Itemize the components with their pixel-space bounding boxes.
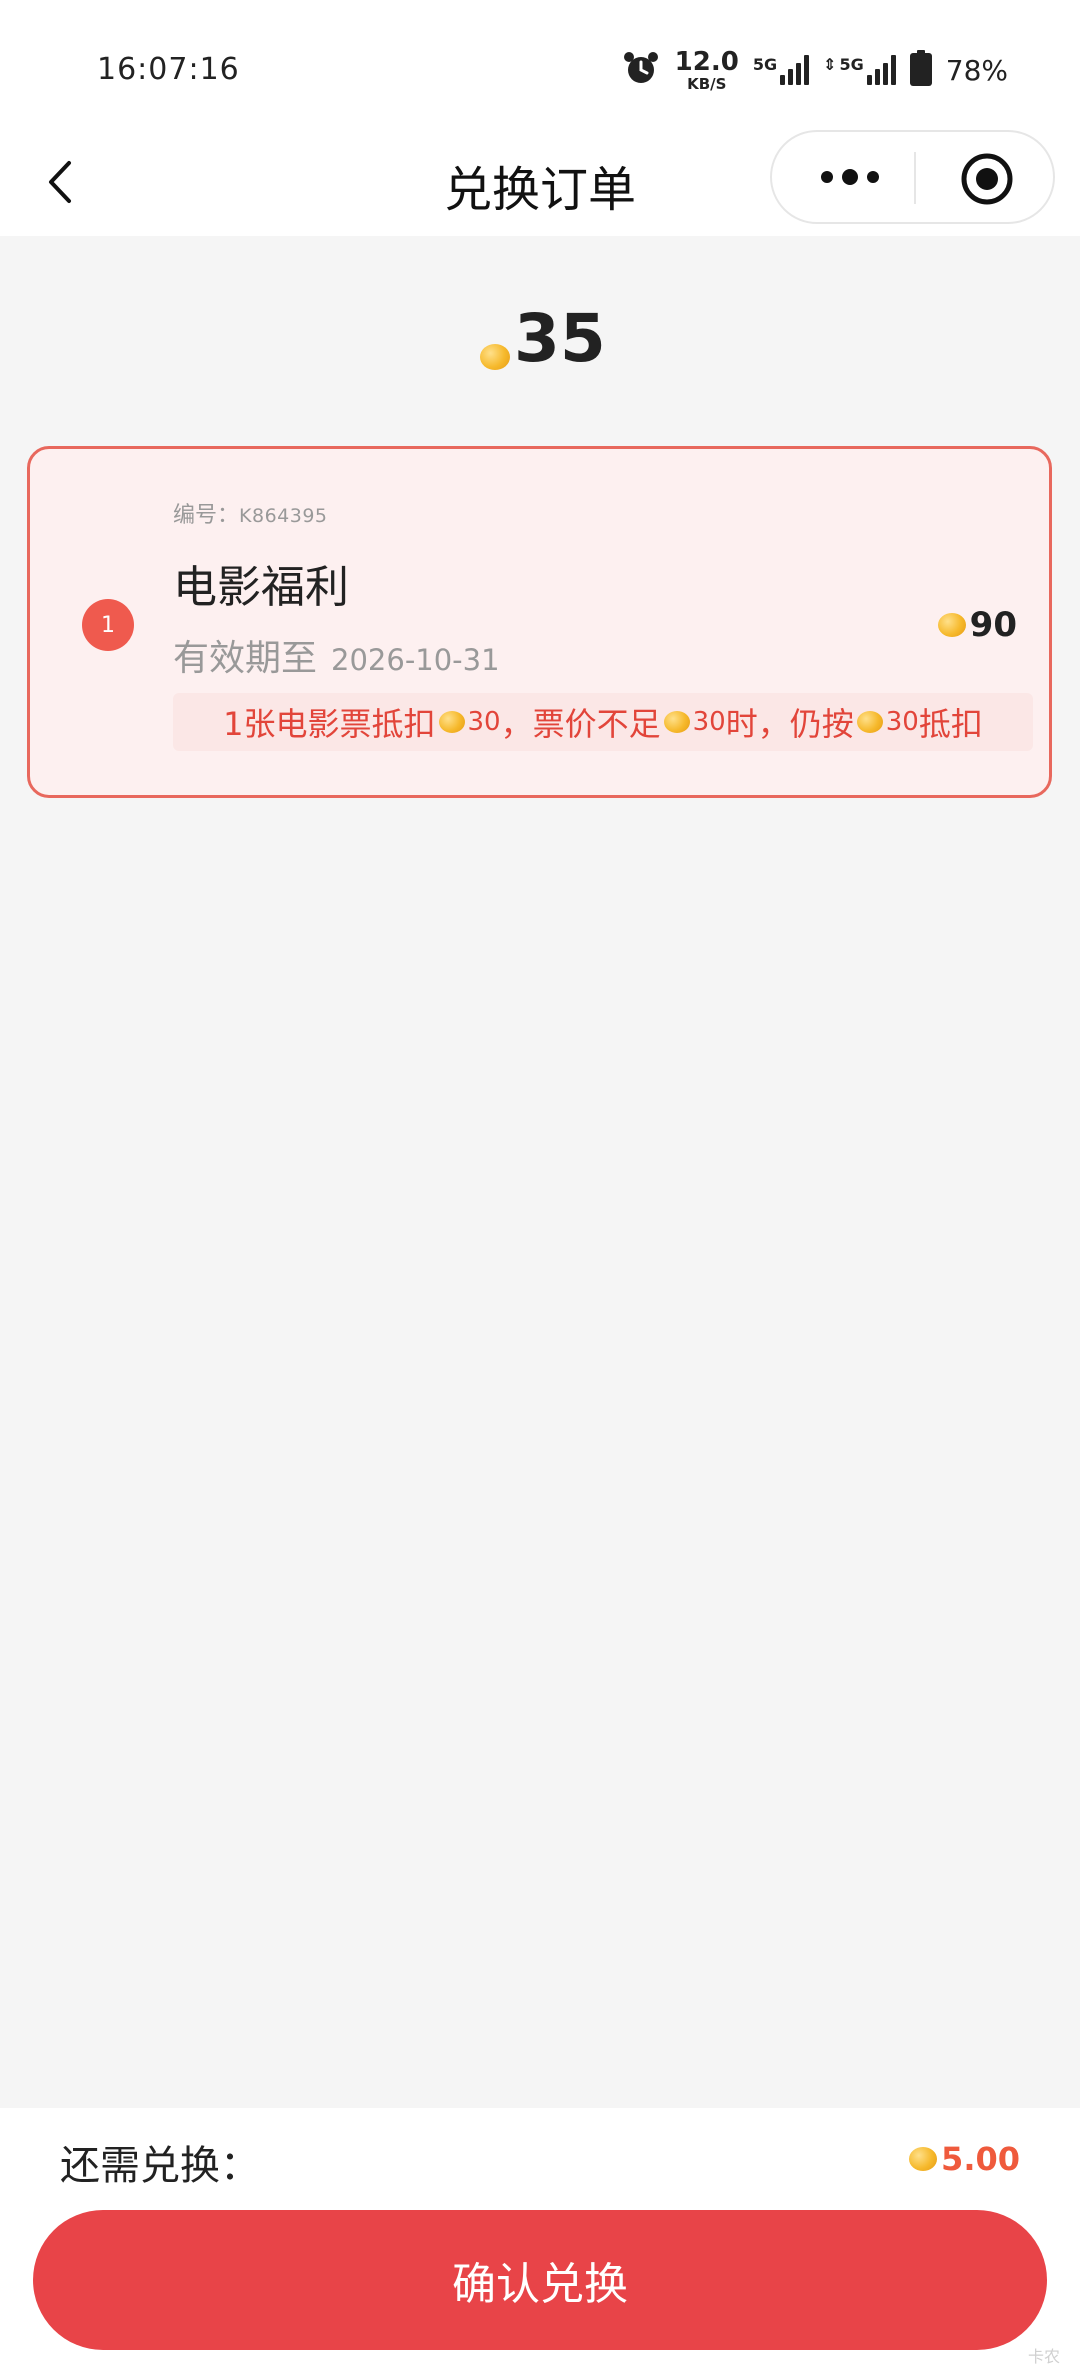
miniprogram-capsule — [770, 130, 1055, 224]
item-code: 编号：K864395 — [173, 503, 328, 528]
item-title: 电影福利 — [173, 562, 349, 613]
battery-percent: 78% — [945, 53, 1008, 87]
remaining-label: 还需兑换： — [60, 2143, 260, 2189]
network-speed: 12.0 KB/S — [674, 46, 739, 93]
status-icons: 12.0 KB/S 5G ⇕ 5G 78% — [621, 46, 1008, 94]
battery-icon — [909, 50, 932, 90]
coin-icon — [937, 613, 966, 637]
signal-1-icon: 5G — [753, 55, 810, 85]
exchange-item-card[interactable]: 1 编号：K864395 电影福利 有效期至 2026-10-31 90 1张电影… — [27, 446, 1052, 798]
item-index-badge: 1 — [82, 599, 134, 651]
coin-icon — [856, 711, 883, 733]
coin-icon — [480, 344, 510, 370]
coin-icon — [438, 711, 465, 733]
capsule-divider — [914, 152, 916, 204]
signal-2-icon: ⇕ 5G — [823, 55, 896, 85]
confirm-exchange-button[interactable]: 确认兑换 — [33, 2210, 1047, 2350]
more-icon — [821, 171, 833, 183]
footer: 还需兑换： 5.00 确认兑换 卡农 — [0, 2108, 1080, 2373]
watermark: 卡农 — [1027, 2347, 1060, 2366]
alarm-icon — [621, 48, 661, 92]
coin-icon — [909, 2147, 938, 2171]
remaining-amount: 5.00 — [909, 2140, 1020, 2178]
status-bar: 16:07:16 12.0 KB/S 5G ⇕ 5G 78% — [0, 0, 1080, 130]
status-time: 16:07:16 — [97, 52, 240, 87]
item-expiry: 有效期至 2026-10-31 — [173, 638, 500, 679]
close-button[interactable] — [960, 152, 1014, 206]
coin-icon — [663, 711, 690, 733]
item-price: 90 — [937, 605, 1017, 645]
balance-area: 35 — [0, 236, 1080, 416]
balance: 35 — [480, 306, 606, 372]
balance-value: 35 — [514, 300, 606, 377]
item-rule: 1张电影票抵扣 30 ，票价不足 30 时，仍按 30 抵扣 — [173, 693, 1033, 751]
more-button[interactable] — [810, 154, 890, 200]
nav-bar: 兑换订单 — [0, 130, 1080, 236]
target-close-icon — [961, 153, 1013, 205]
